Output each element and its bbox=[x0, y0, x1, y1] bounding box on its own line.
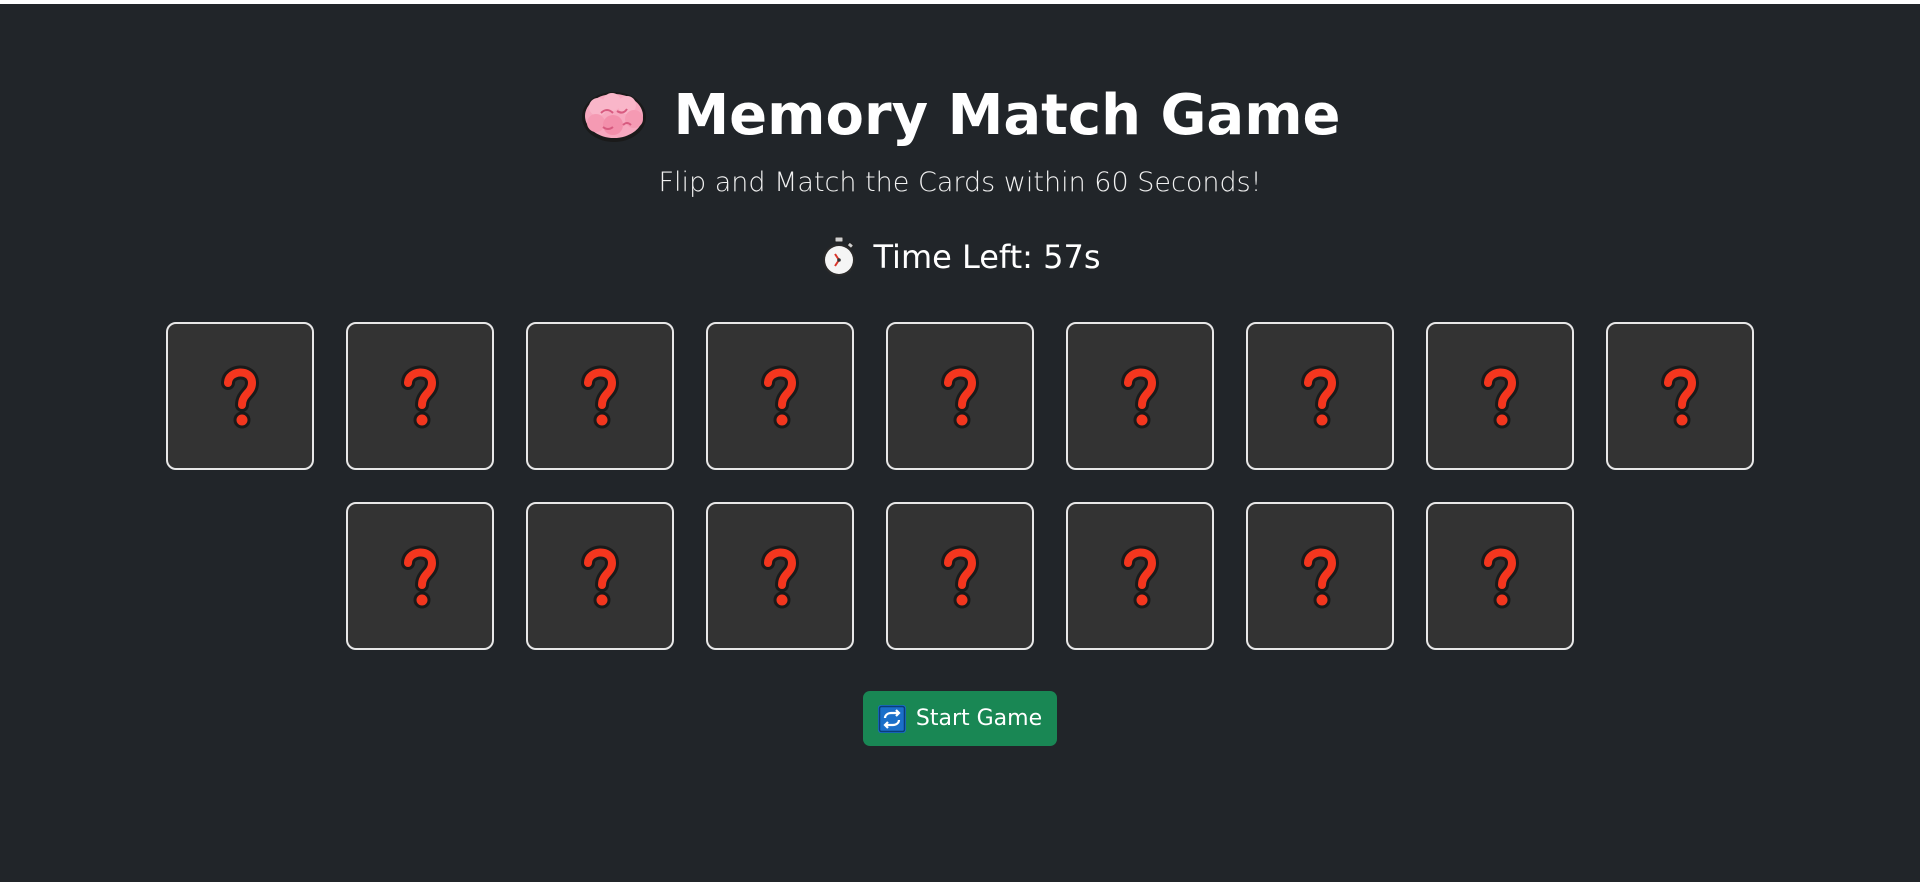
question-mark-icon bbox=[581, 365, 620, 429]
start-game-label: Start Game bbox=[915, 706, 1043, 731]
memory-card[interactable] bbox=[346, 322, 494, 470]
question-mark-icon bbox=[1481, 365, 1520, 429]
memory-card[interactable] bbox=[346, 502, 494, 650]
title-text: Memory Match Game bbox=[673, 83, 1341, 148]
repeat-icon bbox=[877, 704, 906, 733]
question-mark-icon bbox=[941, 545, 980, 609]
question-mark-icon bbox=[1121, 365, 1160, 429]
question-mark-icon bbox=[761, 545, 800, 609]
brain-icon bbox=[582, 92, 647, 142]
memory-card[interactable] bbox=[1606, 322, 1754, 470]
timer: Time Left: 57s bbox=[0, 234, 1920, 280]
game-container: Memory Match Game Flip and Match the Car… bbox=[0, 0, 1920, 882]
memory-card[interactable] bbox=[886, 502, 1034, 650]
memory-card[interactable] bbox=[1066, 322, 1214, 470]
memory-card[interactable] bbox=[886, 322, 1034, 470]
memory-card[interactable] bbox=[1246, 502, 1394, 650]
question-mark-icon bbox=[761, 365, 800, 429]
memory-card[interactable] bbox=[706, 322, 854, 470]
memory-card[interactable] bbox=[1246, 322, 1394, 470]
memory-card[interactable] bbox=[1426, 502, 1574, 650]
question-mark-icon bbox=[1661, 365, 1700, 429]
question-mark-icon bbox=[1301, 545, 1340, 609]
memory-card[interactable] bbox=[166, 322, 314, 470]
question-mark-icon bbox=[581, 545, 620, 609]
subtitle: Flip and Match the Cards within 60 Secon… bbox=[658, 167, 1262, 198]
question-mark-icon bbox=[1481, 545, 1520, 609]
timer-text: Time Left: 57s bbox=[873, 238, 1101, 276]
question-mark-icon bbox=[1301, 365, 1340, 429]
question-mark-icon bbox=[401, 365, 440, 429]
question-mark-icon bbox=[941, 365, 980, 429]
memory-card[interactable] bbox=[1426, 322, 1574, 470]
page-title: Memory Match Game bbox=[0, 78, 1920, 154]
memory-card[interactable] bbox=[526, 322, 674, 470]
memory-card[interactable] bbox=[1066, 502, 1214, 650]
stopwatch-icon bbox=[823, 236, 856, 276]
question-mark-icon bbox=[401, 545, 440, 609]
start-game-button[interactable]: Start Game bbox=[863, 691, 1057, 746]
memory-card[interactable] bbox=[526, 502, 674, 650]
question-mark-icon bbox=[1121, 545, 1160, 609]
question-mark-icon bbox=[221, 365, 260, 429]
memory-card[interactable] bbox=[706, 502, 854, 650]
